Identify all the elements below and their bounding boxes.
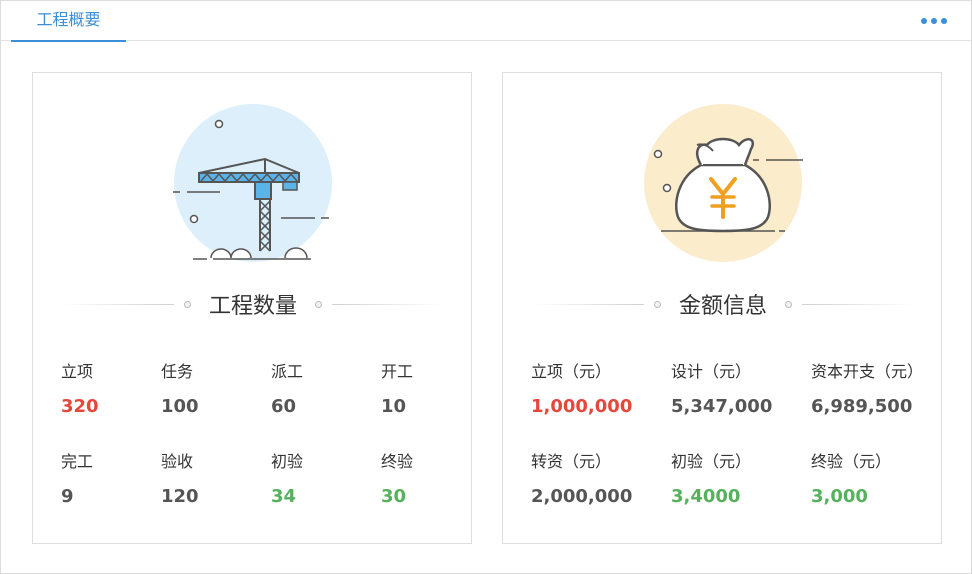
stat-value: 30 — [381, 486, 407, 507]
divider-right — [802, 303, 914, 305]
more-dot — [921, 18, 927, 24]
stat-lixiang-amount[interactable]: 立项（元） 1,000,000 — [531, 361, 651, 419]
money-bag-yen-icon — [644, 104, 803, 262]
stat-zhongyan[interactable]: 终验 30 — [381, 451, 501, 509]
stat-label: 派工 — [271, 362, 304, 381]
more-dot — [941, 18, 947, 24]
tab-project-overview[interactable]: 工程概要 — [11, 1, 126, 42]
stat-value: 120 — [161, 486, 199, 507]
divider-left — [63, 303, 174, 305]
divider-right — [332, 303, 444, 305]
project-count-title-row: 工程数量 — [63, 286, 444, 322]
stat-value: 1,000,000 — [531, 396, 633, 417]
stat-label: 转资（元） — [531, 452, 612, 471]
stat-label: 立项（元） — [531, 362, 612, 381]
stat-value: 6,989,500 — [811, 396, 913, 417]
stat-label: 初验（元） — [671, 452, 752, 471]
stat-capex-amount[interactable]: 资本开支（元） 6,989,500 — [811, 361, 931, 419]
stat-zhuanzi-amount[interactable]: 转资（元） 2,000,000 — [531, 451, 651, 509]
project-count-title: 工程数量 — [209, 294, 298, 319]
divider-dot — [785, 300, 793, 308]
stat-value: 10 — [381, 396, 407, 417]
stat-label: 初验 — [271, 452, 304, 471]
divider-dot — [654, 300, 661, 308]
stat-zhongyan-amount[interactable]: 终验（元） 3,000 — [811, 451, 931, 509]
stat-sheji-amount[interactable]: 设计（元） 5,347,000 — [671, 361, 791, 419]
project-count-card: 工程数量 立项 320 任务 100 派工 60 开工 10 完工 9 验收 1… — [32, 72, 472, 544]
stat-value: 60 — [271, 396, 297, 417]
divider-dot — [184, 300, 191, 308]
divider-dot — [315, 300, 323, 308]
amount-info-title: 金额信息 — [679, 294, 768, 319]
stat-chuyan[interactable]: 初验 34 — [271, 451, 391, 509]
stat-label: 资本开支（元） — [811, 362, 924, 381]
stat-label: 终验 — [381, 452, 414, 471]
amount-info-title-row: 金额信息 — [533, 286, 914, 322]
project-overview-panel: 工程概要 工程数量 立项 320 任务 100 派工 60 开工 10 完工 9… — [0, 0, 972, 574]
stat-label: 终验（元） — [811, 452, 892, 471]
more-dot — [931, 18, 937, 24]
stat-renwu[interactable]: 任务 100 — [161, 361, 281, 419]
stat-value: 2,000,000 — [531, 486, 633, 507]
panel-header: 工程概要 — [1, 1, 971, 42]
stat-label: 开工 — [381, 362, 414, 381]
stat-value: 100 — [161, 396, 199, 417]
stat-label: 设计（元） — [671, 362, 752, 381]
stat-chuyan-amount[interactable]: 初验（元） 3,4000 — [671, 451, 791, 509]
stat-kaigong[interactable]: 开工 10 — [381, 361, 501, 419]
stat-label: 验收 — [161, 452, 194, 471]
stat-value: 3,4000 — [671, 486, 741, 507]
stat-paigong[interactable]: 派工 60 — [271, 361, 391, 419]
stat-value: 3,000 — [811, 486, 868, 507]
stat-yanshou[interactable]: 验收 120 — [161, 451, 281, 509]
divider-left — [533, 303, 644, 305]
stat-value: 34 — [271, 486, 297, 507]
amount-info-card: 金额信息 立项（元） 1,000,000 设计（元） 5,347,000 资本开… — [502, 72, 942, 544]
tower-crane-icon — [173, 104, 332, 262]
stat-label: 任务 — [161, 362, 194, 381]
more-dots-icon[interactable] — [921, 15, 951, 27]
stat-value: 5,347,000 — [671, 396, 773, 417]
